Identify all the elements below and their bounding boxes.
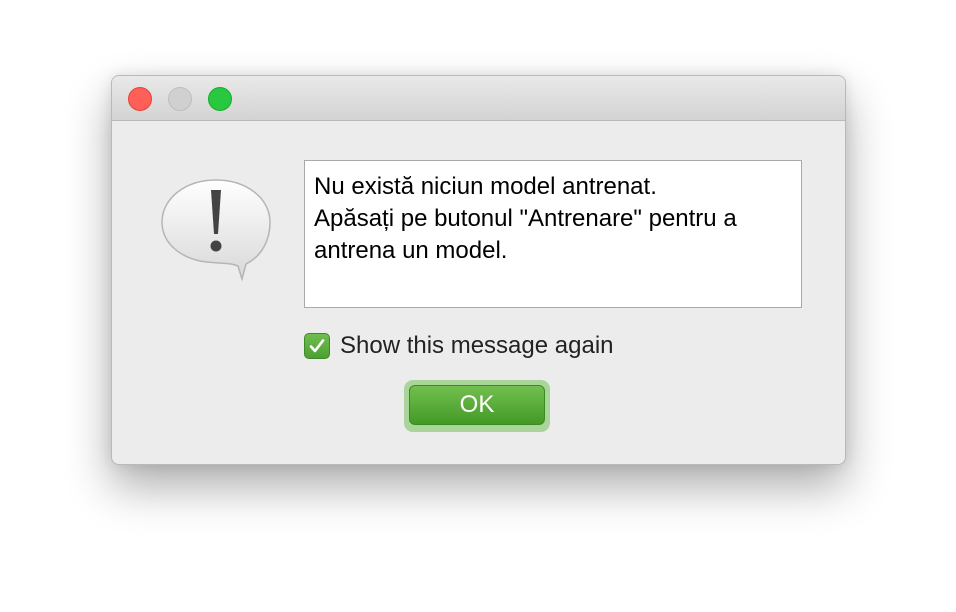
show-again-label[interactable]: Show this message again [340, 332, 614, 360]
alert-dialog: Nu există niciun model antrenat. Apăsați… [111, 75, 846, 465]
show-again-checkbox[interactable] [304, 333, 330, 359]
checkmark-icon [309, 339, 325, 353]
minimize-button[interactable] [168, 87, 192, 111]
show-again-checkbox-row[interactable]: Show this message again [304, 332, 614, 360]
maximize-button[interactable] [208, 87, 232, 111]
ok-button[interactable]: OK [409, 385, 545, 425]
close-button[interactable] [128, 87, 152, 111]
title-bar[interactable] [112, 76, 845, 121]
ok-button-label: OK [459, 391, 495, 418]
message-text-area[interactable]: Nu există niciun model antrenat. Apăsați… [304, 160, 802, 308]
alert-exclamation-icon [161, 179, 271, 282]
